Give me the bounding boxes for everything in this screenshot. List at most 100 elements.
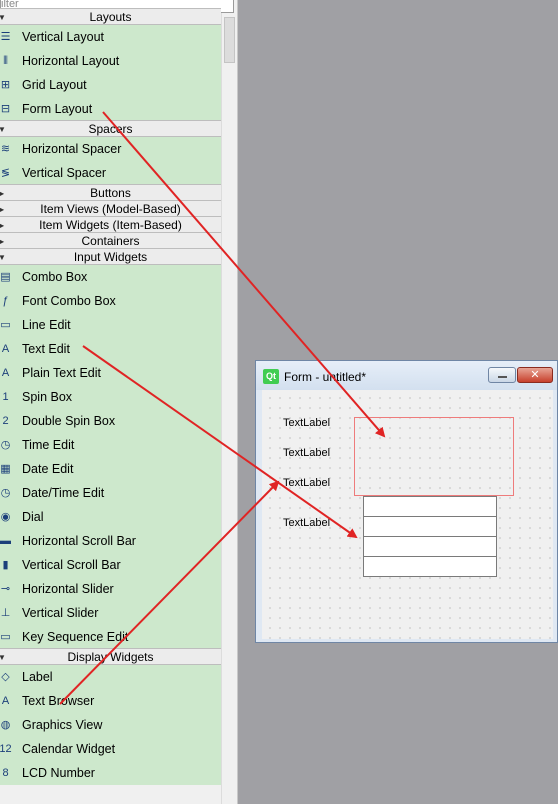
widget-item-date-edit[interactable]: ▦ Date Edit — [0, 457, 221, 481]
widget-item-combo-box[interactable]: ▤ Combo Box — [0, 265, 221, 289]
category-label: Input Widgets — [73, 250, 148, 264]
widget-item-label: Vertical Scroll Bar — [22, 558, 121, 572]
widget-item-grid-layout[interactable]: ⊞ Grid Layout — [0, 73, 221, 97]
widget-item-label: Time Edit — [22, 438, 75, 452]
horizontal-layout-icon: ⦀ — [3, 55, 8, 67]
form-window[interactable]: Qt Form - untitled* ✕ TextLabel TextLabe… — [255, 360, 558, 643]
widget-item-line-edit[interactable]: ▭ Line Edit — [0, 313, 221, 337]
widget-item-plain-text-edit[interactable]: A Plain Text Edit — [0, 361, 221, 385]
time-edit-icon: ◷ — [0, 439, 11, 451]
widget-item-lcd-number[interactable]: 8 LCD Number — [0, 761, 221, 785]
vertical-slider-icon: ⊥ — [0, 607, 11, 619]
form-layout-icon: ⊟ — [0, 103, 11, 115]
category-item-widgets-item-based[interactable]: ▶Item Widgets (Item-Based) — [0, 216, 221, 233]
widget-item-key-sequence-edit[interactable]: ▭ Key Sequence Edit — [0, 625, 221, 649]
category-layouts[interactable]: ▼ Layouts — [0, 8, 221, 25]
widget-list: ▼ Layouts ☰ Vertical Layout ⦀ Horizontal Layo… — [0, 8, 221, 785]
line-edit[interactable] — [363, 536, 497, 557]
combo-box-icon: ▤ — [0, 271, 11, 283]
widget-item-label: Line Edit — [22, 318, 71, 332]
widget-item-calendar-widget[interactable]: 12 Calendar Widget — [0, 737, 221, 761]
widget-item-label: Vertical Spacer — [22, 166, 107, 180]
widget-item-label: Grid Layout — [22, 78, 87, 92]
widget-item-vertical-layout[interactable]: ☰ Vertical Layout — [0, 25, 221, 49]
minimize-button[interactable] — [488, 367, 516, 383]
widget-box-scrollbar[interactable] — [221, 13, 237, 804]
widget-item-vertical-slider[interactable]: ⊥ Vertical Slider — [0, 601, 221, 625]
widget-item-date-time-edit[interactable]: ◷ Date/Time Edit — [0, 481, 221, 505]
date-time-edit-icon: ◷ — [0, 487, 11, 499]
form-title-bar[interactable]: Qt Form - untitled* ✕ — [256, 361, 557, 390]
category-items: ▤ Combo Box ƒ Font Combo Box ▭ Line Edit A Text… — [0, 265, 221, 649]
widget-item-label: Horizontal Slider — [22, 582, 114, 596]
widget-item-label: Combo Box — [22, 270, 88, 284]
widget-item-text-browser[interactable]: A Text Browser — [0, 689, 221, 713]
category-input-widgets[interactable]: ▼ Input Widgets — [0, 248, 221, 265]
widget-item-vertical-spacer[interactable]: ≶ Vertical Spacer — [0, 161, 221, 185]
text-edit-icon: A — [1, 343, 10, 355]
minimize-icon — [498, 376, 507, 378]
widget-item-horizontal-spacer[interactable]: ≋ Horizontal Spacer — [0, 137, 221, 161]
widget-item-double-spin-box[interactable]: 2 Double Spin Box — [0, 409, 221, 433]
category-buttons[interactable]: ▶Buttons — [0, 184, 221, 201]
category-label: Item Widgets (Item-Based) — [39, 218, 182, 232]
form-canvas[interactable]: TextLabel TextLabel TextLabel TextLabel — [262, 390, 553, 639]
widget-item-label[interactable]: ◇ Label — [0, 665, 221, 689]
key-sequence-edit-icon: ▭ — [0, 631, 11, 643]
widget-item-text-edit[interactable]: A Text Edit — [0, 337, 221, 361]
close-button[interactable]: ✕ — [517, 367, 553, 383]
widget-item-horizontal-layout[interactable]: ⦀ Horizontal Layout — [0, 49, 221, 73]
widget-item-label: Vertical Layout — [22, 30, 104, 44]
widget-item-time-edit[interactable]: ◷ Time Edit — [0, 433, 221, 457]
widget-item-label: Horizontal Layout — [22, 54, 120, 68]
widget-item-dial[interactable]: ◉ Dial — [0, 505, 221, 529]
widget-box-panel: ilter ▼Layouts☰Vertical Layout⦀Horizonta… — [0, 0, 238, 804]
category-label: Buttons — [90, 186, 131, 200]
text-label[interactable]: TextLabel — [283, 517, 330, 530]
widget-item-label: Label — [22, 670, 53, 684]
widget-item-label: Text Edit — [22, 342, 70, 356]
widget-item-graphics-view[interactable]: ◍ Graphics View — [0, 713, 221, 737]
text-label[interactable]: TextLabel — [283, 417, 330, 430]
widget-item-label: Double Spin Box — [22, 414, 116, 428]
widget-item-label: Horizontal Spacer — [22, 142, 122, 156]
category-label: Layouts — [89, 10, 132, 24]
category-containers[interactable]: ▶Containers — [0, 232, 221, 249]
text-label[interactable]: TextLabel — [283, 447, 330, 460]
category-display-widgets[interactable]: ▼ Display Widgets — [0, 648, 221, 665]
widget-item-label: Date Edit — [22, 462, 74, 476]
horizontal-spacer-icon: ≋ — [0, 143, 11, 155]
date-edit-icon: ▦ — [0, 463, 11, 475]
vertical-layout-icon: ☰ — [0, 31, 11, 43]
calendar-widget-icon: 12 — [0, 743, 12, 755]
expanded-arrow-icon: ▼ — [0, 9, 6, 26]
widget-item-label: Form Layout — [22, 102, 93, 116]
widget-item-label: Vertical Slider — [22, 606, 99, 620]
vertical-scroll-bar-icon: ▮ — [2, 559, 9, 571]
category-items: ◇ Label A Text Browser ◍ Graphics View 12 Calen… — [0, 665, 221, 785]
widget-item-horizontal-scroll-bar[interactable]: ▬ Horizontal Scroll Bar — [0, 529, 221, 553]
lcd-number-icon: 8 — [2, 767, 9, 779]
widget-item-spin-box[interactable]: 1 Spin Box — [0, 385, 221, 409]
double-spin-box-icon: 2 — [2, 415, 9, 427]
widget-item-horizontal-slider[interactable]: ⊸ Horizontal Slider — [0, 577, 221, 601]
expanded-arrow-icon: ▼ — [0, 121, 6, 138]
widget-item-label: Horizontal Scroll Bar — [22, 534, 136, 548]
widget-item-vertical-scroll-bar[interactable]: ▮ Vertical Scroll Bar — [0, 553, 221, 577]
label-icon: ◇ — [1, 671, 10, 683]
widget-item-form-layout[interactable]: ⊟ Form Layout — [0, 97, 221, 121]
text-label[interactable]: TextLabel — [283, 477, 330, 490]
line-edit[interactable] — [363, 516, 497, 537]
line-edit[interactable] — [363, 556, 497, 577]
widget-item-label: Date/Time Edit — [22, 486, 105, 500]
category-label: Spacers — [88, 122, 133, 136]
category-spacers[interactable]: ▼ Spacers — [0, 120, 221, 137]
vertical-spacer-icon: ≶ — [0, 167, 11, 179]
category-item-views-model-based[interactable]: ▶Item Views (Model-Based) — [0, 200, 221, 217]
font-combo-box-icon: ƒ — [2, 295, 9, 307]
widget-item-font-combo-box[interactable]: ƒ Font Combo Box — [0, 289, 221, 313]
form-layout-box[interactable] — [354, 417, 514, 496]
scrollbar-thumb[interactable] — [224, 17, 235, 63]
line-edit[interactable] — [363, 496, 497, 517]
widget-item-label: Plain Text Edit — [22, 366, 101, 380]
